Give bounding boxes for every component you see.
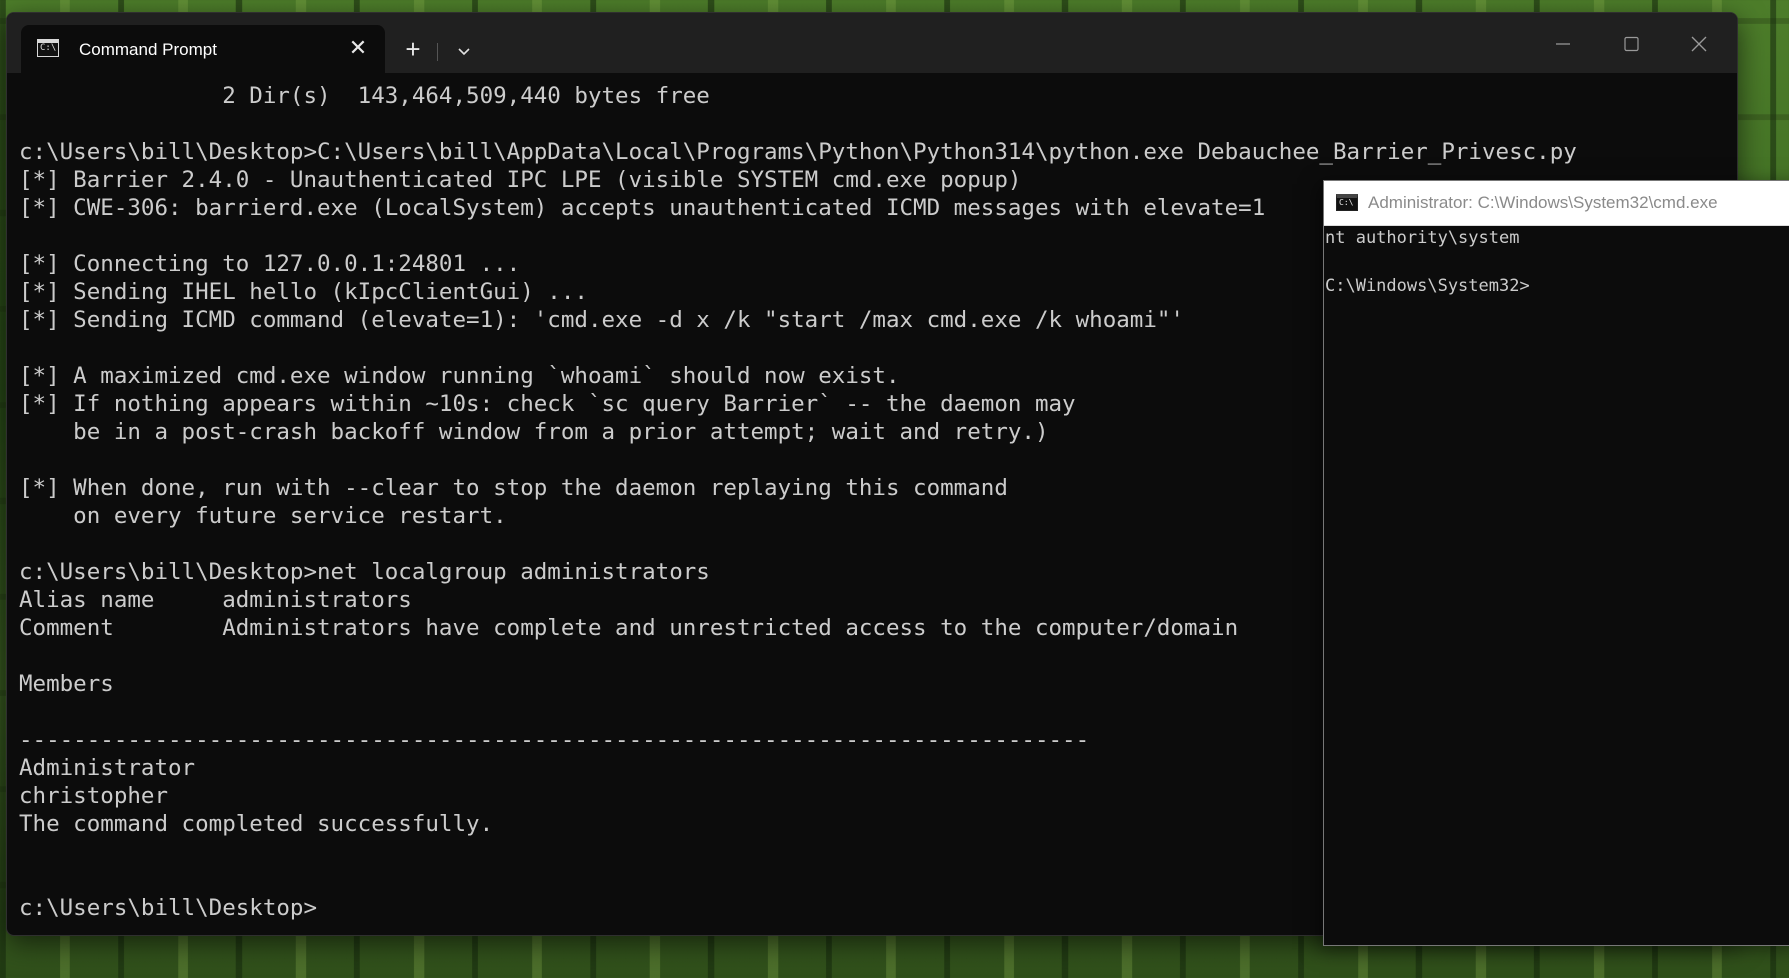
terminal-icon: C:\ xyxy=(37,39,59,57)
terminal-icon: C:\ xyxy=(1336,194,1358,211)
close-icon[interactable]: ✕ xyxy=(345,35,371,61)
console-line: [*] A maximized cmd.exe window running `… xyxy=(19,363,900,389)
console-line: be in a post-crash backoff window from a… xyxy=(19,419,1049,445)
console-line: [*] When done, run with --clear to stop … xyxy=(19,475,1008,501)
console-line: [*] Connecting to 127.0.0.1:24801 ... xyxy=(19,251,521,277)
console-line: [*] Sending ICMD command (elevate=1): 'c… xyxy=(19,307,1184,333)
console-line: [*] Sending IHEL hello (kIpcClientGui) .… xyxy=(19,279,588,305)
minimize-icon[interactable] xyxy=(1543,29,1583,59)
console-line: [*] If nothing appears within ~10s: chec… xyxy=(19,391,1076,417)
plus-icon[interactable]: + xyxy=(398,35,428,65)
console-line: c:\Users\bill\Desktop>C:\Users\bill\AppD… xyxy=(19,139,1577,165)
tab-separator xyxy=(437,43,438,61)
console-line: c:\Users\bill\Desktop>net localgroup adm… xyxy=(19,559,710,585)
tab-title: Command Prompt xyxy=(79,40,217,59)
console-line: on every future service restart. xyxy=(19,503,507,529)
console-line: The command completed successfully. xyxy=(19,811,494,837)
maximize-icon[interactable] xyxy=(1611,29,1651,59)
console-line: c:\Users\bill\Desktop> xyxy=(19,895,318,921)
console-line: Comment Administrators have complete and… xyxy=(19,615,1239,641)
admin-console-line: C:\Windows\System32> xyxy=(1325,276,1530,296)
chevron-down-icon[interactable] xyxy=(449,37,479,67)
console-line: Alias name administrators xyxy=(19,587,412,613)
console-line: 2 Dir(s) 143,464,509,440 bytes free xyxy=(19,83,710,109)
admin-window-title: Administrator: C:\Windows\System32\cmd.e… xyxy=(1368,193,1718,212)
admin-cmd-window[interactable]: C:\ Administrator: C:\Windows\System32\c… xyxy=(1323,180,1789,946)
console-line: christopher xyxy=(19,783,169,809)
admin-title-bar[interactable]: C:\ Administrator: C:\Windows\System32\c… xyxy=(1324,181,1789,226)
admin-console-output[interactable]: nt authority\system C:\Windows\System32> xyxy=(1325,226,1789,945)
console-line: [*] Barrier 2.4.0 - Unauthenticated IPC … xyxy=(19,167,1022,193)
console-line: Members xyxy=(19,671,114,697)
console-line: Administrator xyxy=(19,755,196,781)
console-line: ----------------------------------------… xyxy=(19,727,1090,753)
close-icon[interactable] xyxy=(1679,29,1719,59)
console-line: [*] CWE-306: barrierd.exe (LocalSystem) … xyxy=(19,195,1266,221)
admin-console-line: nt authority\system xyxy=(1325,228,1520,248)
tab-command-prompt[interactable]: C:\ Command Prompt ✕ xyxy=(21,25,385,73)
title-bar[interactable]: C:\ Command Prompt ✕ + xyxy=(7,13,1737,73)
